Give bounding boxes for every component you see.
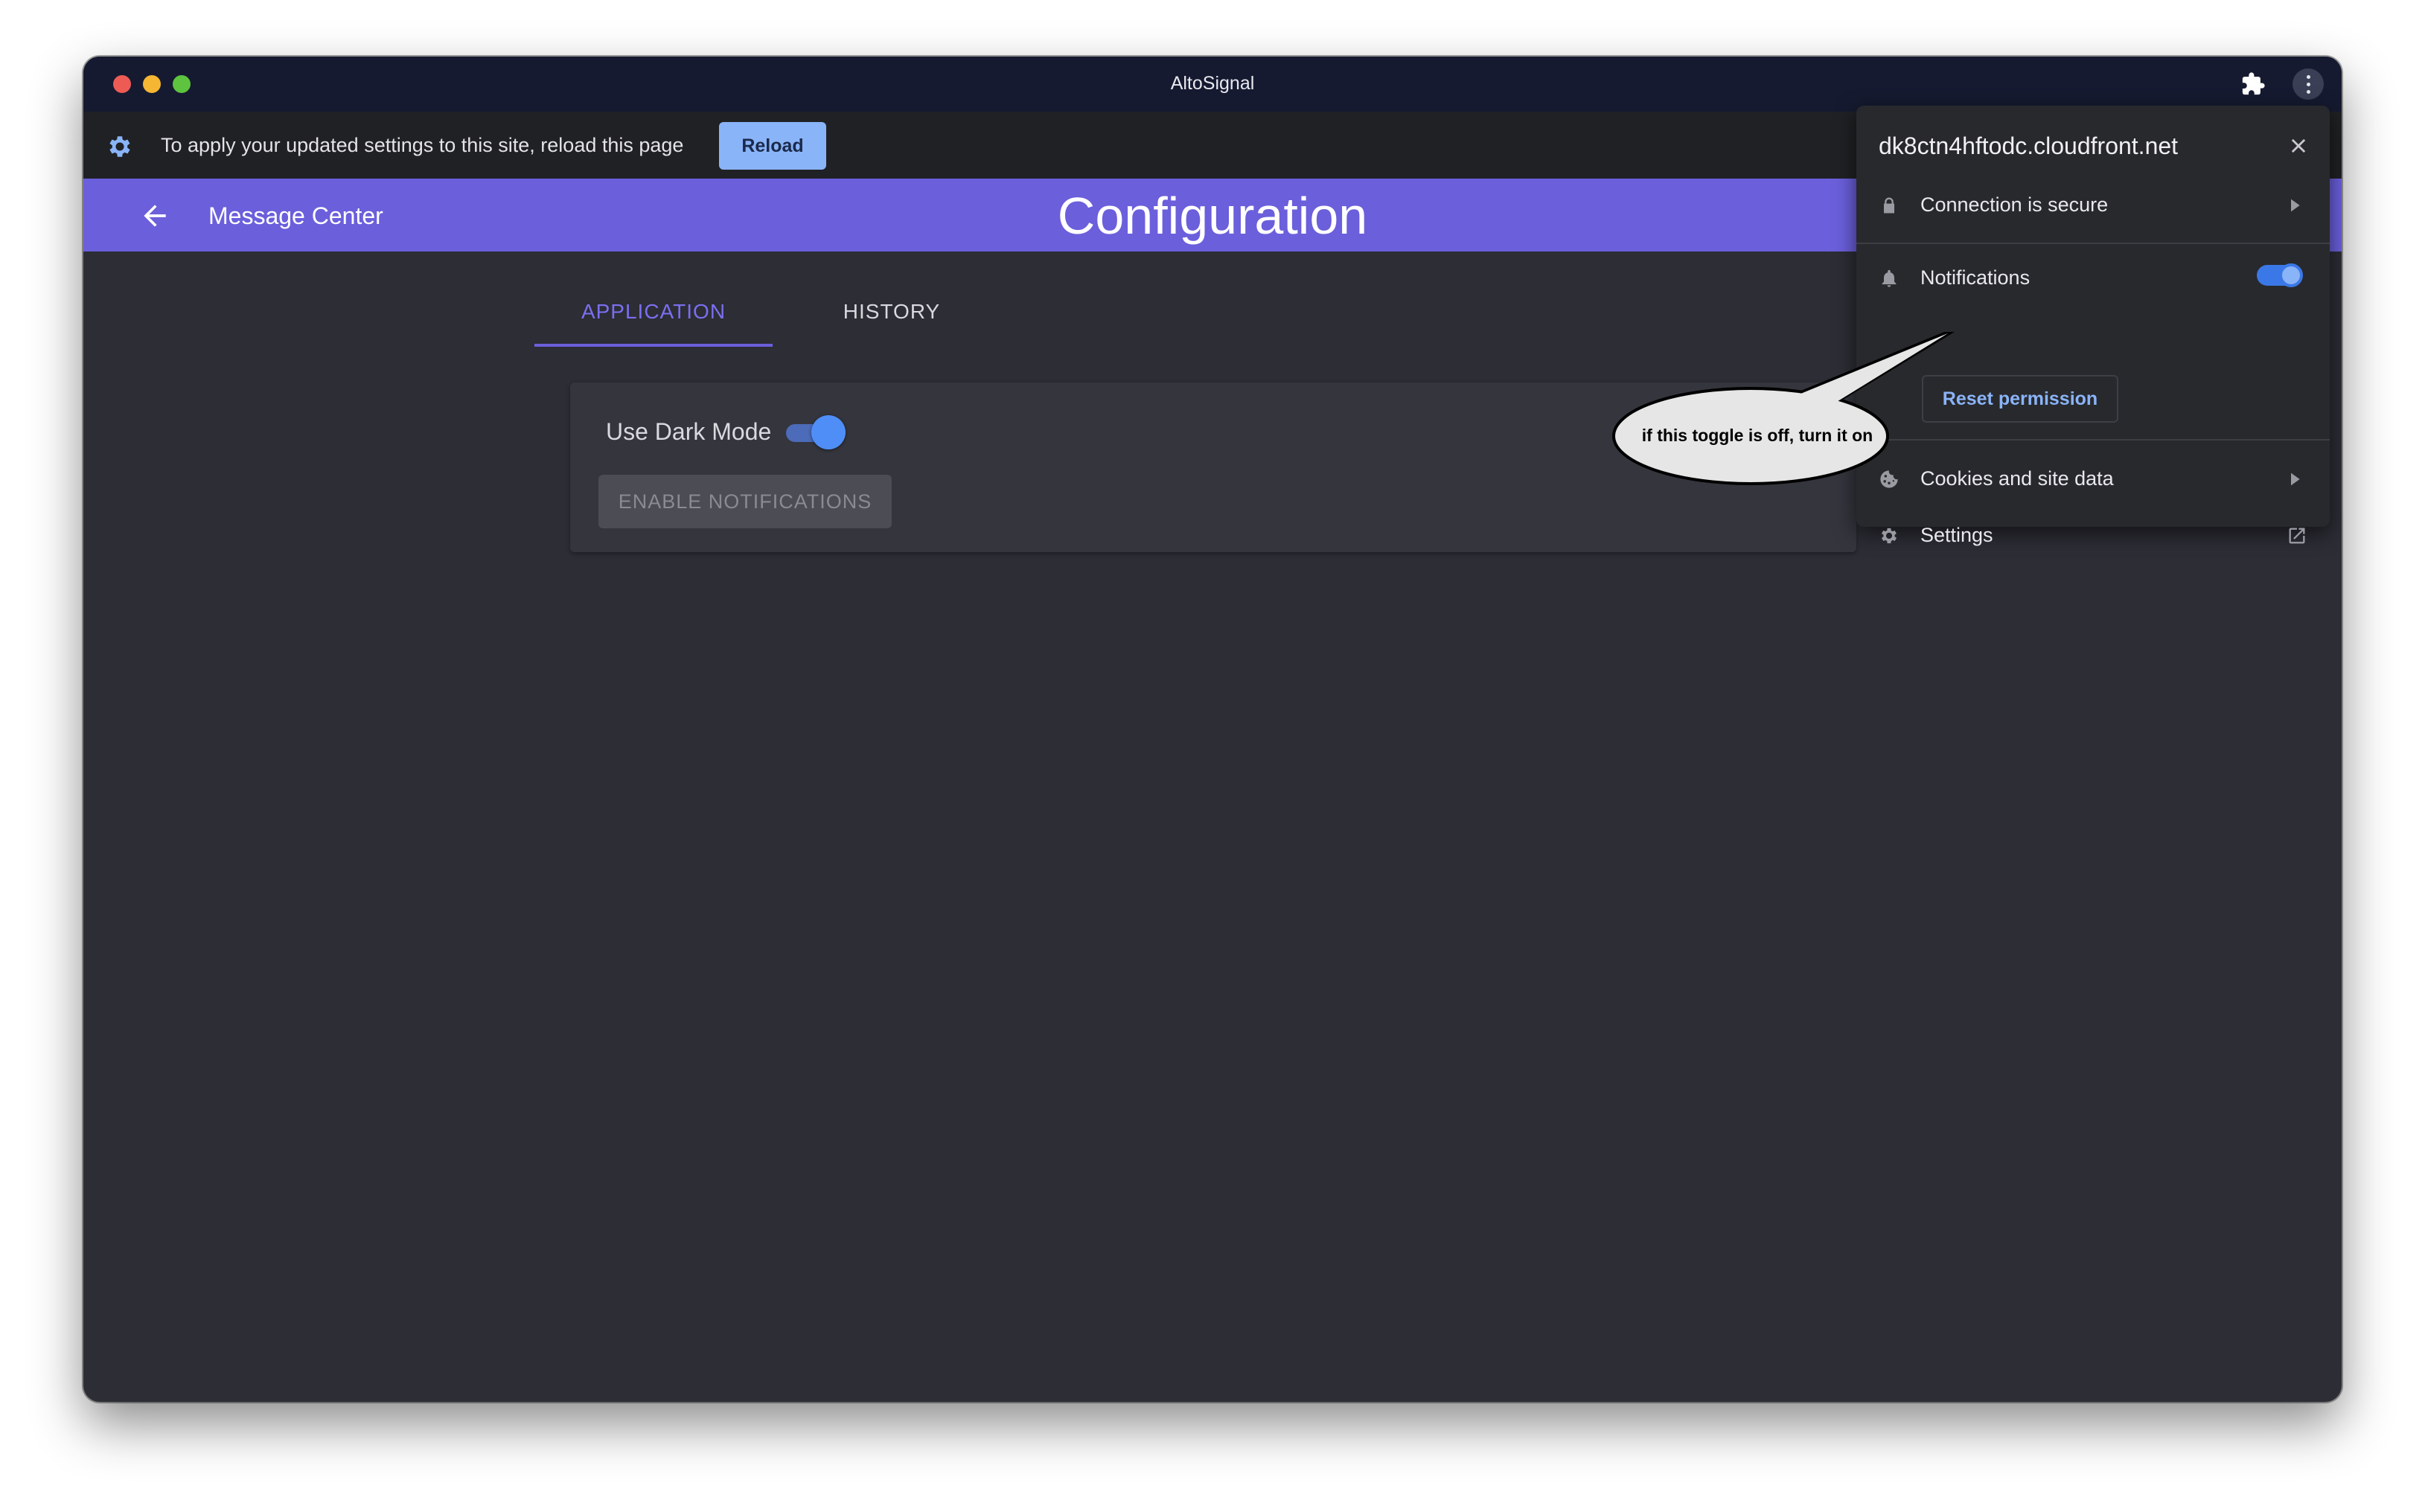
chevron-right-icon xyxy=(2291,472,2300,486)
browser-window: AltoSignal To apply your updated setting… xyxy=(83,57,2342,1402)
window-title: AltoSignal xyxy=(1170,73,1255,94)
settings-label: Settings xyxy=(1920,524,1993,546)
enable-notifications-button[interactable]: ENABLE NOTIFICATIONS xyxy=(598,475,892,528)
lock-icon xyxy=(1884,197,1894,214)
dark-mode-toggle[interactable] xyxy=(786,415,846,449)
dark-mode-label: Use Dark Mode xyxy=(606,418,772,445)
notifications-toggle[interactable] xyxy=(2257,262,2303,289)
tab-history[interactable]: HISTORY xyxy=(773,277,1011,347)
tab-bar: APPLICATION HISTORY xyxy=(534,277,1011,347)
connection-label: Connection is secure xyxy=(1920,193,2109,216)
chevron-right-icon xyxy=(2291,199,2300,212)
annotation-text: if this toggle is off, turn it on xyxy=(1641,426,1873,445)
settings-row[interactable]: Settings xyxy=(1856,506,2330,566)
infobar-message: To apply your updated settings to this s… xyxy=(161,134,684,156)
bell-icon xyxy=(1882,269,1897,287)
tab-application[interactable]: APPLICATION xyxy=(534,277,773,347)
gear-icon xyxy=(109,136,130,157)
toggle-knob xyxy=(2279,263,2303,287)
connection-row[interactable]: Connection is secure xyxy=(1856,176,2330,235)
reload-button[interactable]: Reload xyxy=(719,122,826,170)
notifications-label: Notifications xyxy=(1920,266,2031,289)
open-external-icon xyxy=(2289,528,2305,544)
site-domain: dk8ctn4hftodc.cloudfront.net xyxy=(1879,132,2179,159)
toggle-knob xyxy=(811,415,846,449)
title-bar: AltoSignal xyxy=(83,57,2342,112)
divider xyxy=(1856,243,2330,244)
gear-icon xyxy=(1881,528,1897,544)
extensions-puzzle-icon[interactable] xyxy=(2240,71,2266,97)
browser-menu-button[interactable] xyxy=(2293,68,2324,100)
speech-bubble-annotation xyxy=(1612,332,1955,485)
close-icon[interactable] xyxy=(2288,135,2309,156)
notifications-row: Notifications xyxy=(1856,249,2330,308)
